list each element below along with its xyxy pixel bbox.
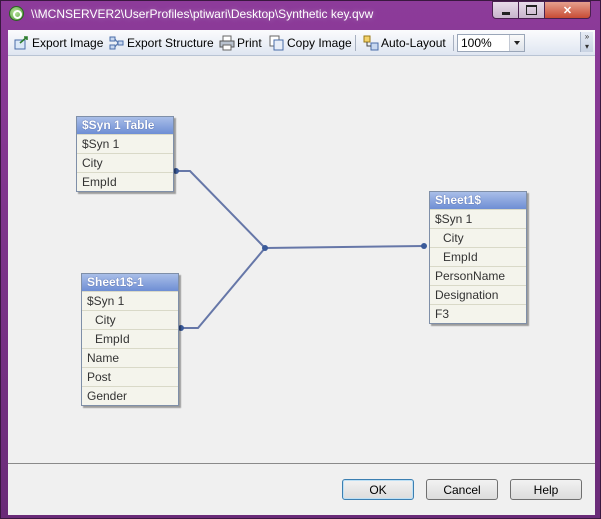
export-image-button[interactable]: Export Image bbox=[14, 34, 103, 52]
toolbar: Export Image Export Structure Print Copy… bbox=[8, 30, 595, 56]
printer-icon bbox=[219, 35, 235, 51]
print-label: Print bbox=[237, 36, 262, 50]
client-area: Export Image Export Structure Print Copy… bbox=[8, 30, 595, 515]
copy-image-button[interactable]: Copy Image bbox=[269, 34, 352, 52]
field-row[interactable]: City bbox=[77, 153, 173, 172]
field-row[interactable]: Gender bbox=[82, 386, 178, 405]
maximize-icon bbox=[526, 5, 537, 15]
export-structure-button[interactable]: Export Structure bbox=[109, 34, 214, 52]
table-header[interactable]: $Syn 1 Table bbox=[77, 117, 173, 134]
minimize-button[interactable] bbox=[492, 1, 519, 19]
toolbar-separator bbox=[453, 35, 454, 51]
export-structure-icon bbox=[109, 35, 125, 51]
link-sheet1-1 bbox=[181, 247, 266, 329]
print-button[interactable]: Print bbox=[219, 34, 262, 52]
export-image-icon bbox=[14, 35, 30, 51]
field-row[interactable]: $Syn 1 bbox=[82, 291, 178, 310]
toolbar-overflow-button[interactable]: » ▾ bbox=[580, 32, 593, 52]
overflow-chevron-icon: » ▾ bbox=[584, 32, 590, 51]
close-icon: ✕ bbox=[562, 4, 573, 17]
table-header[interactable]: Sheet1$-1 bbox=[82, 274, 178, 291]
qlikview-app-icon bbox=[9, 6, 24, 21]
dialog-window: \\MCNSERVER2\UserProfiles\ptiwari\Deskto… bbox=[0, 0, 601, 519]
link-syn-table bbox=[176, 170, 266, 249]
minimize-icon bbox=[501, 11, 510, 15]
field-row[interactable]: EmpId bbox=[430, 247, 526, 266]
auto-layout-button[interactable]: Auto-Layout bbox=[363, 34, 446, 52]
field-row[interactable]: Designation bbox=[430, 285, 526, 304]
table-syn-1-table[interactable]: $Syn 1 Table $Syn 1 City EmpId bbox=[76, 116, 174, 192]
zoom-select[interactable]: 100% bbox=[457, 34, 525, 52]
field-row[interactable]: F3 bbox=[430, 304, 526, 323]
copy-image-icon bbox=[269, 35, 285, 51]
chevron-down-icon[interactable] bbox=[509, 35, 524, 51]
maximize-button[interactable] bbox=[518, 1, 545, 19]
field-row[interactable]: City bbox=[82, 310, 178, 329]
cancel-button[interactable]: Cancel bbox=[426, 479, 498, 500]
field-row[interactable]: City bbox=[430, 228, 526, 247]
field-row[interactable]: EmpId bbox=[77, 172, 173, 191]
link-node bbox=[262, 245, 268, 251]
field-row[interactable]: $Syn 1 bbox=[430, 209, 526, 228]
help-button[interactable]: Help bbox=[510, 479, 582, 500]
dialog-footer bbox=[8, 465, 595, 515]
table-sheet1[interactable]: Sheet1$ $Syn 1 City EmpId PersonName Des… bbox=[429, 191, 527, 324]
table-viewer-canvas: $Syn 1 Table $Syn 1 City EmpId Sheet1$-1… bbox=[8, 56, 595, 464]
link-sheet1 bbox=[264, 245, 425, 249]
auto-layout-icon bbox=[363, 35, 379, 51]
copy-image-label: Copy Image bbox=[287, 36, 352, 50]
toolbar-separator bbox=[355, 35, 356, 51]
title-bar[interactable]: \\MCNSERVER2\UserProfiles\ptiwari\Deskto… bbox=[1, 1, 600, 27]
field-row[interactable]: $Syn 1 bbox=[77, 134, 173, 153]
link-endpoint bbox=[421, 243, 427, 249]
zoom-value: 100% bbox=[461, 36, 492, 50]
table-header[interactable]: Sheet1$ bbox=[430, 192, 526, 209]
ok-button[interactable]: OK bbox=[342, 479, 414, 500]
auto-layout-label: Auto-Layout bbox=[381, 36, 446, 50]
close-button[interactable]: ✕ bbox=[544, 1, 591, 19]
table-sheet1-1[interactable]: Sheet1$-1 $Syn 1 City EmpId Name Post Ge… bbox=[81, 273, 179, 406]
export-structure-label: Export Structure bbox=[127, 36, 214, 50]
field-row[interactable]: Name bbox=[82, 348, 178, 367]
export-image-label: Export Image bbox=[32, 36, 104, 50]
field-row[interactable]: PersonName bbox=[430, 266, 526, 285]
field-row[interactable]: Post bbox=[82, 367, 178, 386]
window-title: \\MCNSERVER2\UserProfiles\ptiwari\Deskto… bbox=[31, 7, 374, 21]
field-row[interactable]: EmpId bbox=[82, 329, 178, 348]
